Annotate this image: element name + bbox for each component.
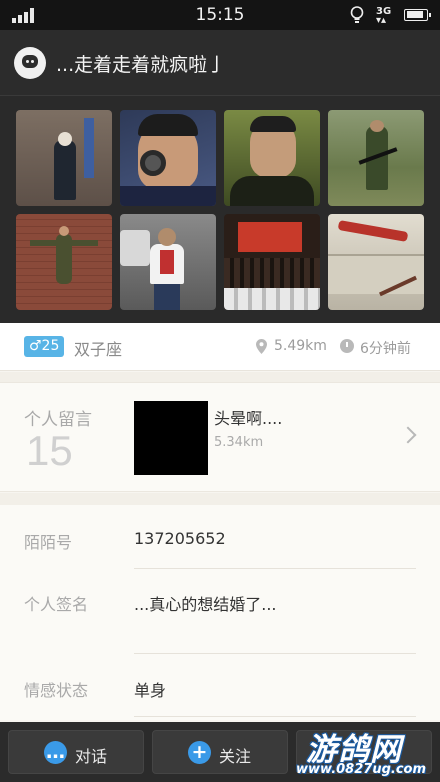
signature-label: 个人签名 xyxy=(24,595,89,614)
photo-6[interactable] xyxy=(120,214,216,310)
status-bar: 15:15 3G ▾▴ xyxy=(0,0,440,30)
message-board-row[interactable]: 个人留言 15 头晕啊.... 5.34km xyxy=(0,382,440,492)
follow-button-label: 关注 xyxy=(219,747,252,766)
message-count: 15 xyxy=(26,427,73,474)
message-thumbnail xyxy=(134,401,208,475)
profile-details: 陌陌号 137205652 个人签名 ...真心的想结婚了... 情感状态 单身 xyxy=(0,505,440,720)
photo-8[interactable] xyxy=(328,214,424,310)
momo-id-label: 陌陌号 xyxy=(24,533,73,552)
watermark-url: www.0827ug.com xyxy=(296,762,426,777)
photo-2[interactable] xyxy=(120,110,216,206)
row-divider xyxy=(134,568,416,569)
photo-5[interactable] xyxy=(16,214,112,310)
row-divider xyxy=(134,653,416,654)
relationship-label: 情感状态 xyxy=(24,681,89,700)
distance-text: 5.49km xyxy=(274,338,327,354)
status-time: 15:15 xyxy=(195,5,245,25)
photo-grid xyxy=(0,96,440,323)
profile-name: ...走着走着就疯啦亅 xyxy=(56,54,227,76)
gender-age-badge: ♂25 xyxy=(24,336,65,357)
photo-1[interactable] xyxy=(16,110,112,206)
photo-7[interactable] xyxy=(224,214,320,310)
battery-charging-icon xyxy=(404,9,431,21)
chat-bubble-icon: … xyxy=(44,741,67,764)
signature-value: ...真心的想结婚了... xyxy=(134,595,277,614)
profile-info-row: ♂25 双子座 5.49km 6分钟前 xyxy=(0,323,440,371)
message-distance: 5.34km xyxy=(214,435,264,450)
3g-icon: 3G ▾▴ xyxy=(376,6,392,26)
bulb-icon xyxy=(350,6,364,23)
zodiac-sign: 双子座 xyxy=(74,340,123,359)
chevron-right-icon xyxy=(399,426,417,444)
chat-button-label: 对话 xyxy=(75,747,108,766)
relationship-value: 单身 xyxy=(134,681,167,700)
follow-button[interactable]: + 关注 xyxy=(152,730,288,774)
last-seen-text: 6分钟前 xyxy=(360,341,411,357)
section-divider xyxy=(0,372,440,382)
site-watermark: 游鸽网 www.0827ug.com xyxy=(294,724,440,782)
momo-id-value: 137205652 xyxy=(134,529,226,548)
plus-icon: + xyxy=(188,741,211,764)
location-pin-icon xyxy=(256,339,267,354)
chat-bubble-icon[interactable] xyxy=(14,47,46,79)
profile-header: ...走着走着就疯啦亅 xyxy=(0,30,440,96)
photo-4[interactable] xyxy=(328,110,424,206)
row-divider xyxy=(134,716,416,717)
section-divider xyxy=(0,493,440,505)
photo-3[interactable] xyxy=(224,110,320,206)
chat-button[interactable]: … 对话 xyxy=(8,730,144,774)
clock-icon xyxy=(340,339,354,353)
message-title: 头晕啊.... xyxy=(214,409,283,428)
